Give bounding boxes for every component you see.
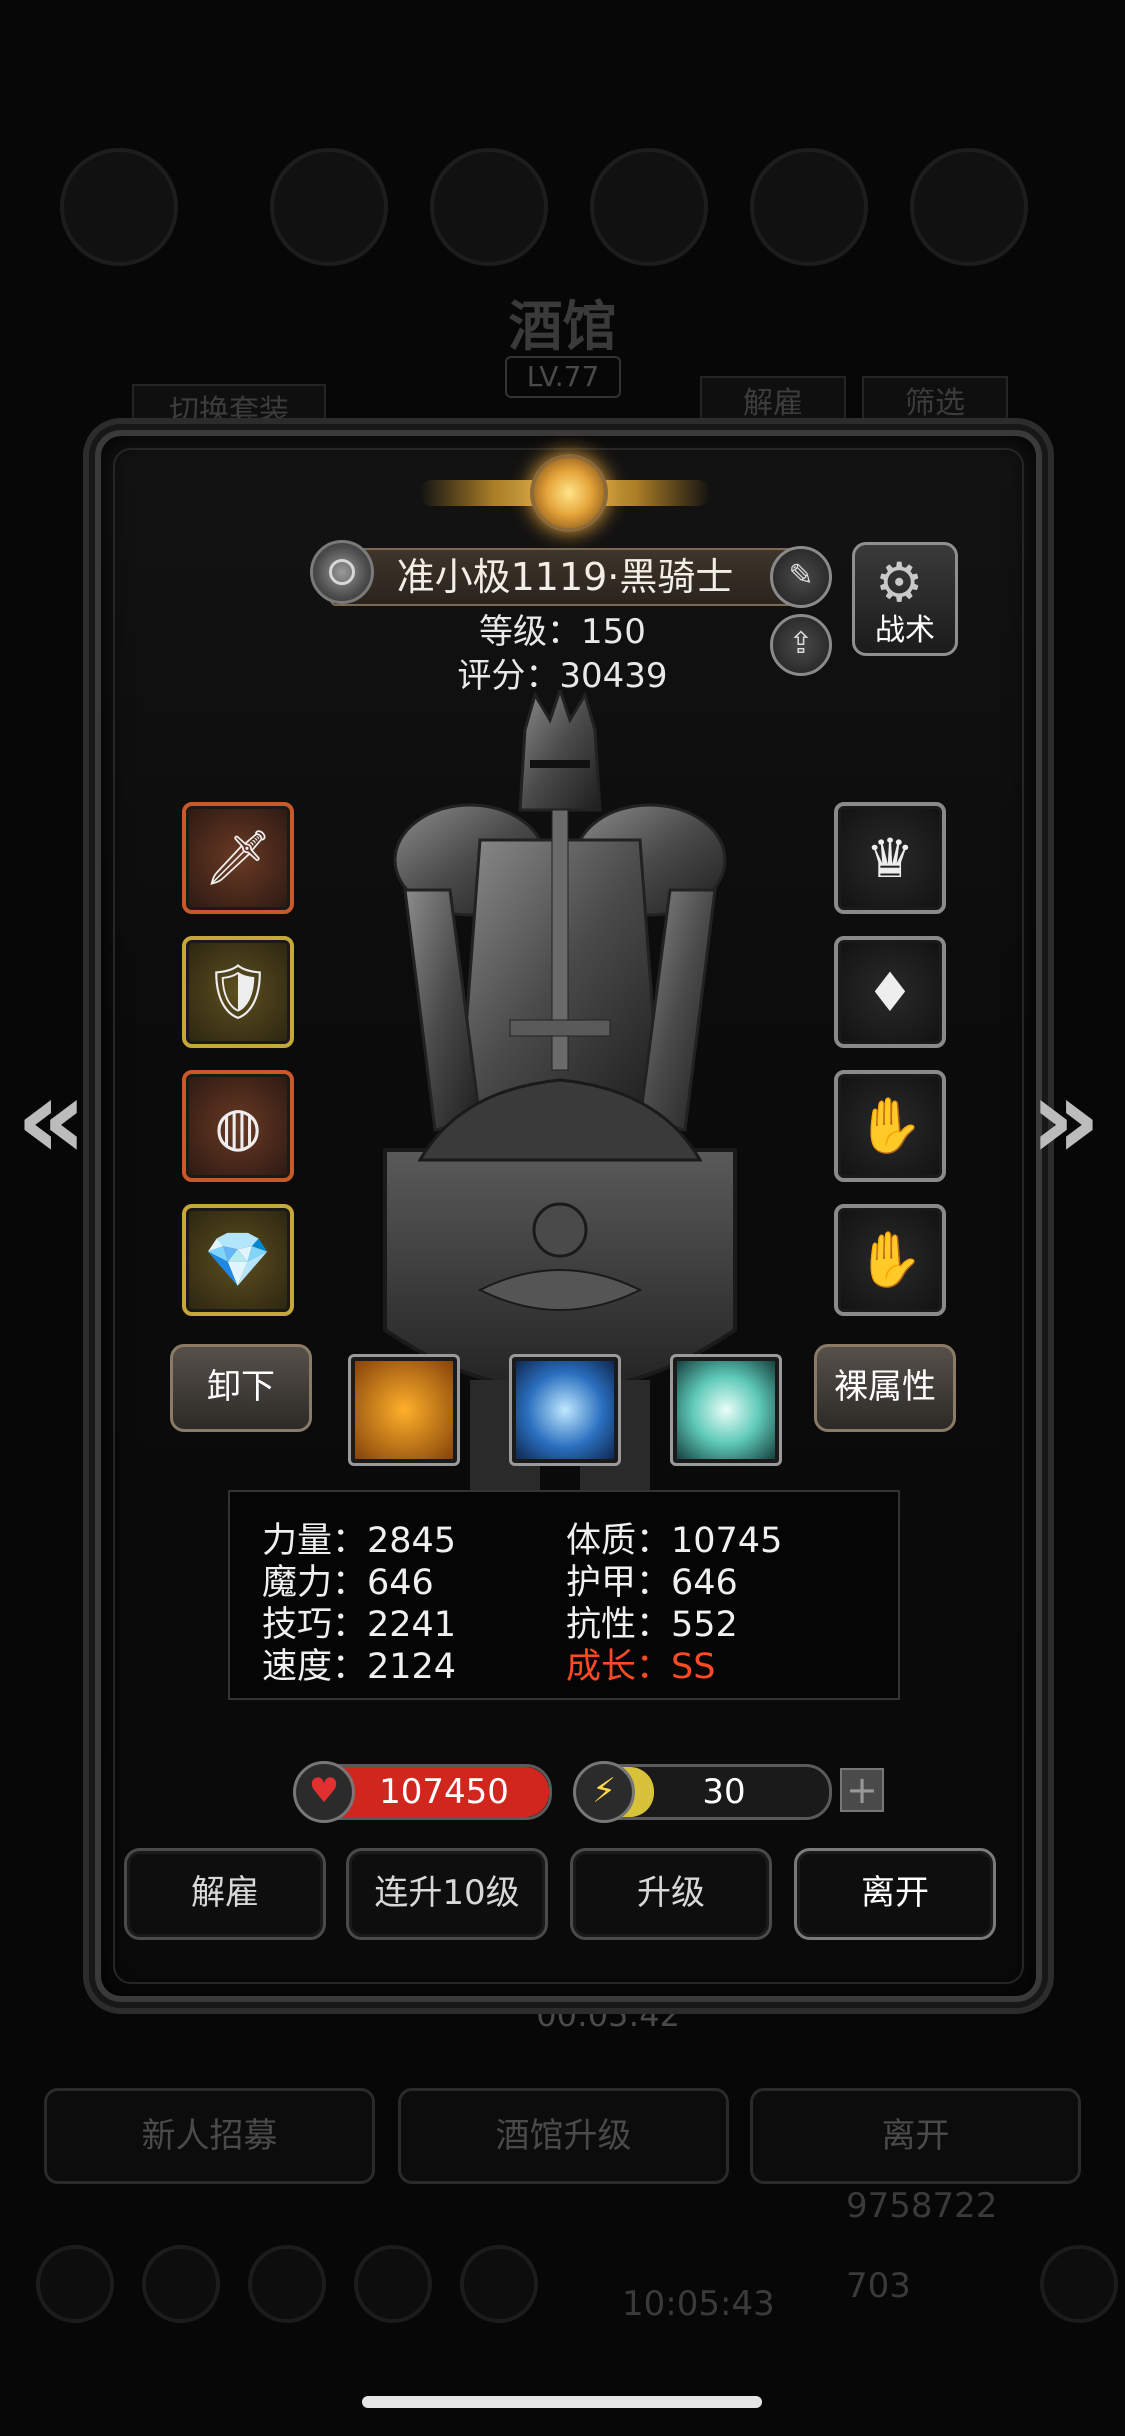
helm-slot-purple-helm-icon[interactable]: ♛ (834, 802, 946, 914)
leave-button[interactable]: 离开 (794, 1848, 996, 1940)
attr-growth: 成长：SS (566, 1647, 716, 1687)
gold-amount: 9758722 (846, 2186, 998, 2226)
armor-slot-chest-icon[interactable]: 🛡 (182, 936, 294, 1048)
hero-name: 准小极1119·黑骑士 (396, 555, 734, 599)
bottom-nav-icon (248, 2245, 326, 2323)
menu-circle-icon (430, 148, 548, 266)
level-up-10-button[interactable]: 连升10级 (346, 1848, 548, 1940)
bg-dismiss-button: 解雇 (700, 376, 846, 432)
energy-bar: ⚡ 30 (573, 1761, 832, 1823)
menu-circle-icon (910, 148, 1028, 266)
recruit-button: 新人招募 (44, 2088, 375, 2184)
bg-leave-button: 离开 (750, 2088, 1081, 2184)
hp-bar: ♥ 107450 (293, 1761, 552, 1823)
tavern-title: 酒馆 (508, 294, 617, 358)
skill-slash-icon[interactable] (670, 1354, 782, 1466)
tactics-button[interactable]: ⚙ 战术 (852, 542, 958, 656)
gauntlet-slot-claw-icon[interactable]: ✋ (834, 1070, 946, 1182)
crest-emblem-icon (420, 440, 710, 550)
menu-circle-icon (750, 148, 868, 266)
menu-circle-icon (270, 148, 388, 266)
tavern-level: LV.77 (505, 356, 621, 398)
gem-amount: 703 (846, 2266, 911, 2306)
tavern-upgrade-button: 酒馆升级 (398, 2088, 729, 2184)
bottom-nav-icon (460, 2245, 538, 2323)
bottom-nav-icon (142, 2245, 220, 2323)
clock-text: 10:05:43 (622, 2284, 775, 2324)
filter-button: 筛选 (862, 376, 1008, 432)
bottom-nav-icon (36, 2245, 114, 2323)
home-indicator[interactable] (362, 2396, 762, 2408)
add-energy-button[interactable]: + (840, 1768, 884, 1812)
dismiss-button[interactable]: 解雇 (124, 1848, 326, 1940)
unequip-button[interactable]: 卸下 (170, 1344, 312, 1432)
edit-name-icon[interactable]: ✎ (770, 546, 832, 608)
rank-medal-icon[interactable] (310, 540, 374, 604)
base-attributes-button[interactable]: 裸属性 (814, 1344, 956, 1432)
previous-hero-chevron-icon[interactable]: « (16, 1055, 87, 1183)
skill-shield-icon[interactable] (348, 1354, 460, 1466)
avatar-icon (60, 148, 178, 266)
next-hero-chevron-icon[interactable]: » (1030, 1055, 1101, 1183)
energy-value: 30 (702, 1772, 746, 1812)
ring-slot-dark-ring-icon[interactable]: ◍ (182, 1070, 294, 1182)
bottom-nav-icon (354, 2245, 432, 2323)
menu-circle-icon (590, 148, 708, 266)
gauntlet-slot-claw-icon[interactable]: ✋ (834, 1204, 946, 1316)
add-icon (1040, 2245, 1118, 2323)
attr-speed: 速度：2124 (262, 1647, 457, 1687)
gem-slot-red-gem-icon[interactable]: ♦ (834, 936, 946, 1048)
upgrade-button[interactable]: 升级 (570, 1848, 772, 1940)
hp-value: 107450 (379, 1772, 509, 1812)
weapon-slot-sword-icon[interactable]: 🗡 (182, 802, 294, 914)
tactics-label: 战术 (875, 613, 935, 648)
skill-eye-icon[interactable] (509, 1354, 621, 1466)
amulet-slot-blue-gem-icon[interactable]: 💎 (182, 1204, 294, 1316)
